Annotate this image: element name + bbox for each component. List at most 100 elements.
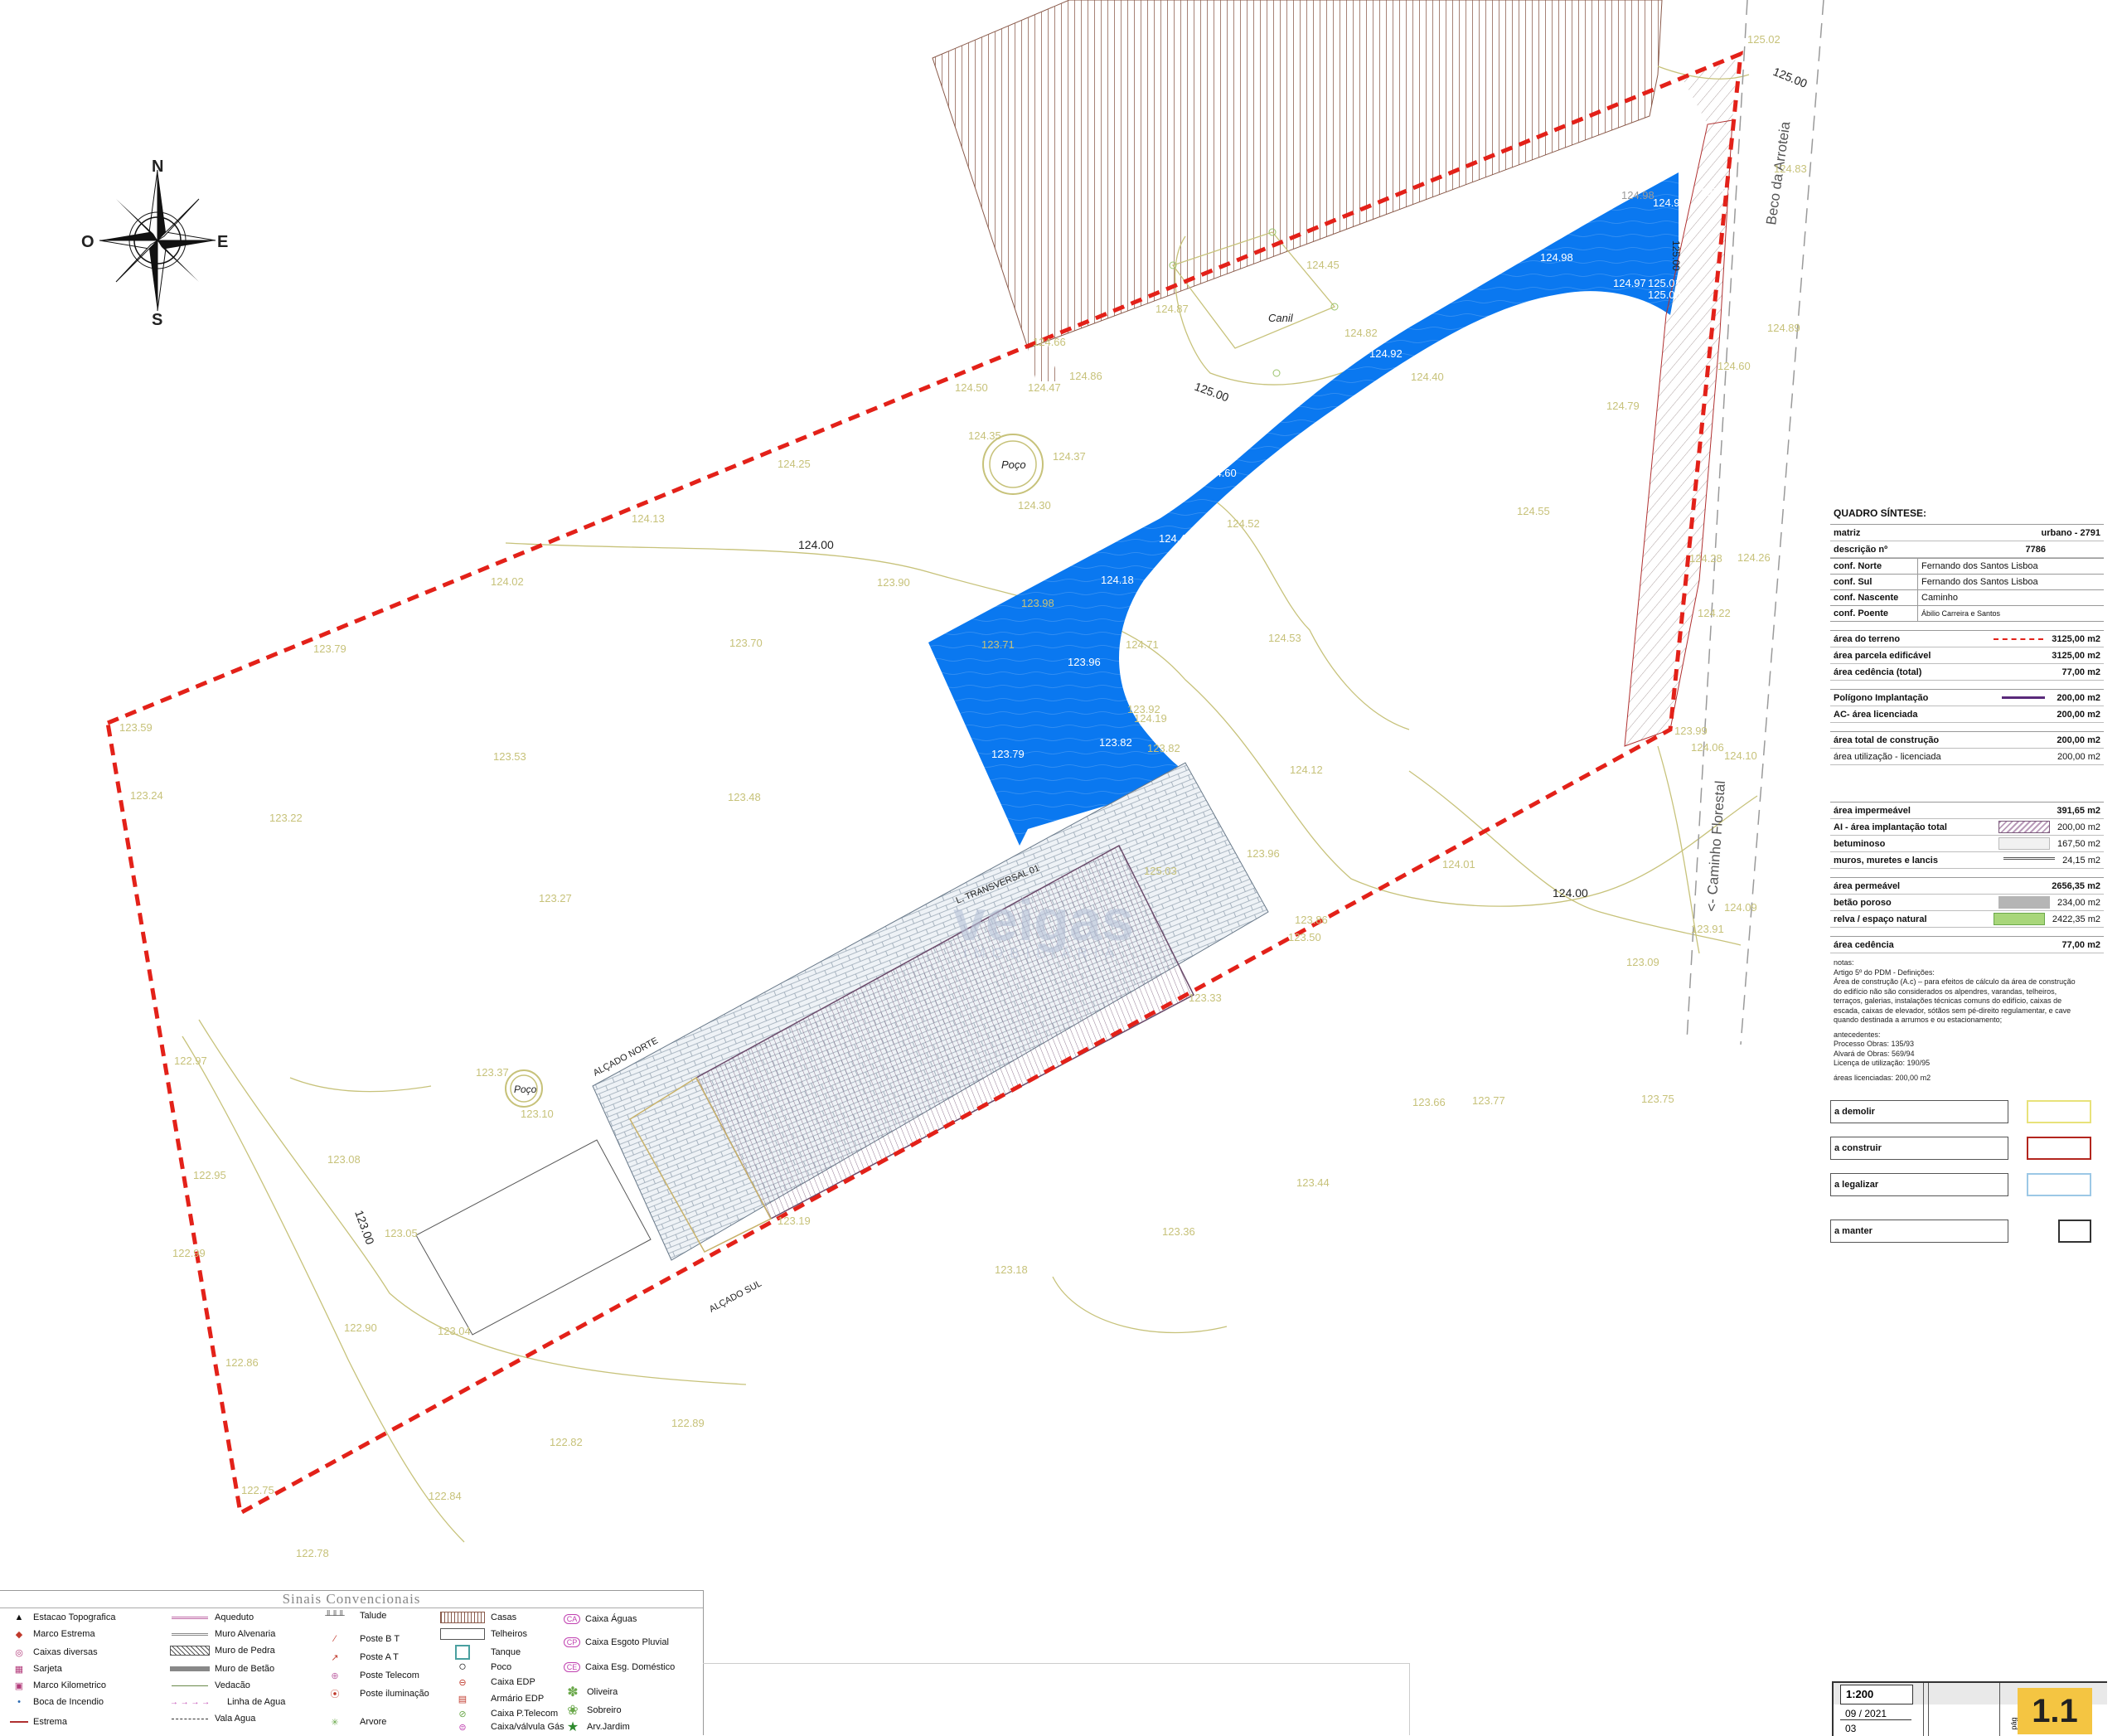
quadro-notes: notas: Artigo 5º do PDM - Definições: Ár… — [1834, 958, 2076, 1082]
row-area-permeavel: área permeável 2656,35 m2 — [1830, 877, 2104, 895]
svg-text:124.37: 124.37 — [1053, 450, 1086, 463]
svg-text:123.96: 123.96 — [1068, 656, 1101, 668]
row-betuminoso: betuminoso 167,50 m2 — [1830, 836, 2104, 852]
svg-text:124.30: 124.30 — [1018, 499, 1051, 512]
legend-legalizar: a legalizar — [1830, 1172, 2104, 1197]
site-plan: N S E O Canil Poço Poço Beco da Arroteia… — [81, 0, 1824, 1559]
svg-text:124.01: 124.01 — [1442, 858, 1475, 870]
watermark-sub: IMOBILIÁRIA — [963, 945, 1122, 961]
svg-text:124.79: 124.79 — [1606, 400, 1640, 412]
svg-text:125.01: 125.01 — [1648, 277, 1681, 289]
house-hatch-icon — [439, 1612, 486, 1623]
water-box-icon: CA — [564, 1614, 580, 1624]
telecom-pole-icon: ⊕ — [331, 1671, 339, 1681]
svg-text:124.12: 124.12 — [1290, 764, 1323, 776]
sinal-poste-iluminacao: ⦿ Poste iluminação — [315, 1687, 429, 1700]
marker-icon: ◆ — [15, 1629, 23, 1640]
quadro-title: QUADRO SÍNTESE: — [1834, 507, 1927, 519]
sinal-vala-agua: Vala Agua — [170, 1712, 255, 1725]
tank-icon — [439, 1645, 486, 1660]
scale-value: 1:200 — [1840, 1685, 1913, 1704]
compass-north: N — [152, 158, 163, 176]
sinal-arv-jardim: ★ Arv.Jardim — [564, 1720, 630, 1734]
svg-text:124.13: 124.13 — [632, 512, 665, 525]
svg-text:124.98: 124.98 — [1621, 189, 1654, 201]
row-muros: muros, muretes e lancis 24,15 m2 — [1830, 852, 2104, 869]
svg-text:123.99: 123.99 — [1674, 725, 1708, 737]
sinal-vedacao: Vedacão — [170, 1679, 250, 1692]
sinal-marco-km: ▣ Marco Kilometrico — [10, 1679, 106, 1692]
svg-text:123.36: 123.36 — [1162, 1225, 1195, 1238]
svg-text:122.78: 122.78 — [296, 1547, 329, 1559]
svg-text:123.79: 123.79 — [991, 748, 1025, 760]
sheet-number: 03 — [1845, 1723, 1857, 1734]
svg-text:123.82: 123.82 — [1099, 736, 1132, 749]
row-poligono: Polígono Implantação 200,00 m2 — [1830, 689, 2104, 706]
contour-124-a: 124.00 — [798, 538, 834, 551]
svg-text:124.45: 124.45 — [1306, 259, 1340, 271]
grate-icon: ▦ — [14, 1664, 24, 1675]
svg-text:123.33: 123.33 — [1189, 992, 1222, 1004]
neighbour-house-hatch — [932, 0, 1737, 381]
sinal-muro-betao: Muro de Betão — [170, 1662, 274, 1675]
contour-125-a: 125.00 — [1771, 65, 1810, 90]
watermark-logo: veigas — [953, 888, 1134, 953]
svg-text:124.89: 124.89 — [1767, 322, 1800, 334]
sinal-poco: ○ Poco — [439, 1660, 511, 1674]
sinais-title: Sinais Convencionais — [0, 1591, 703, 1608]
stone-wall-icon — [170, 1646, 210, 1656]
sinal-tanque: Tanque — [439, 1645, 521, 1660]
svg-text:122.75: 122.75 — [241, 1484, 274, 1496]
sinal-caixa-pluvial: CP Caixa Esgoto Pluvial — [564, 1636, 669, 1649]
sinal-poste-bt: ⁄ Poste B T — [315, 1632, 400, 1646]
row-descricao: descrição nº 7786 — [1830, 541, 2104, 558]
sinal-muro-alvenaria: Muro Alvenaria — [170, 1627, 275, 1641]
sinal-estrema: Estrema — [10, 1715, 67, 1729]
svg-text:124.47: 124.47 — [1028, 381, 1061, 394]
sinal-sobreiro: ❀ Sobreiro — [564, 1704, 621, 1718]
row-area-terreno: área do terreno 3125,00 m2 — [1830, 630, 2104, 647]
svg-text:123.90: 123.90 — [877, 576, 910, 589]
contour-125-b: 125.00 — [1193, 380, 1231, 405]
svg-text:124.53: 124.53 — [1268, 632, 1301, 644]
svg-text:122.97: 122.97 — [174, 1055, 207, 1067]
svg-text:124.98: 124.98 — [1540, 251, 1573, 264]
contour-123: 123.00 — [352, 1209, 377, 1247]
confrontacoes-grid: conf. Norte Fernando dos Santos Lisboa co… — [1830, 558, 2104, 622]
svg-text:123.77: 123.77 — [1472, 1094, 1505, 1107]
label-caminho: <- Caminho Florestal — [1703, 780, 1728, 912]
svg-text:123.44: 123.44 — [1296, 1176, 1330, 1189]
sinal-muro-pedra: Muro de Pedra — [170, 1644, 275, 1657]
svg-text:123.05: 123.05 — [385, 1227, 418, 1239]
svg-text:122.82: 122.82 — [550, 1436, 583, 1448]
svg-text:122.89: 122.89 — [671, 1417, 705, 1429]
sinal-caixas: ◎ Caixas diversas — [10, 1646, 97, 1659]
svg-text:124.83: 124.83 — [1774, 162, 1807, 175]
svg-text:124.26: 124.26 — [1737, 551, 1771, 564]
svg-text:122.90: 122.90 — [344, 1321, 377, 1334]
east-road-edges — [1624, 0, 1824, 1045]
row-betao-poroso: betão poroso 234,00 m2 — [1830, 895, 2104, 911]
sinal-poste-at: ↗ Poste A T — [315, 1651, 399, 1664]
date-value: 09 / 2021 — [1840, 1708, 1911, 1720]
legend-manter: a manter — [1830, 1219, 2104, 1244]
svg-text:124.99: 124.99 — [1653, 196, 1686, 209]
svg-text:122.86: 122.86 — [225, 1356, 259, 1369]
svg-text:124.71: 124.71 — [1126, 638, 1159, 651]
svg-text:124.55: 124.55 — [1517, 505, 1550, 517]
row-area-parcela: área parcela edificável 3125,00 m2 — [1830, 647, 2104, 664]
sinal-caixa-aguas: CA Caixa Águas — [564, 1612, 637, 1626]
sinal-telheiros: Telheiros — [439, 1627, 527, 1641]
svg-text:122.84: 122.84 — [429, 1490, 462, 1502]
dot-icon: • — [17, 1697, 21, 1707]
label-canil: Canil — [1268, 312, 1294, 324]
edp-cabinet-icon: ▤ — [458, 1694, 468, 1704]
sinal-boca-incendio: • Boca de Incendio — [10, 1695, 104, 1709]
svg-text:125.02: 125.02 — [1747, 33, 1780, 46]
svg-text:124.10: 124.10 — [1724, 749, 1757, 762]
triangle-icon: ▲ — [14, 1612, 24, 1622]
tree-icon: ✳ — [331, 1717, 339, 1728]
arrow-line-icon: → → → → — [169, 1697, 211, 1707]
cork-tree-icon: ❀ — [567, 1704, 579, 1718]
svg-text:123.82: 123.82 — [1147, 742, 1180, 754]
